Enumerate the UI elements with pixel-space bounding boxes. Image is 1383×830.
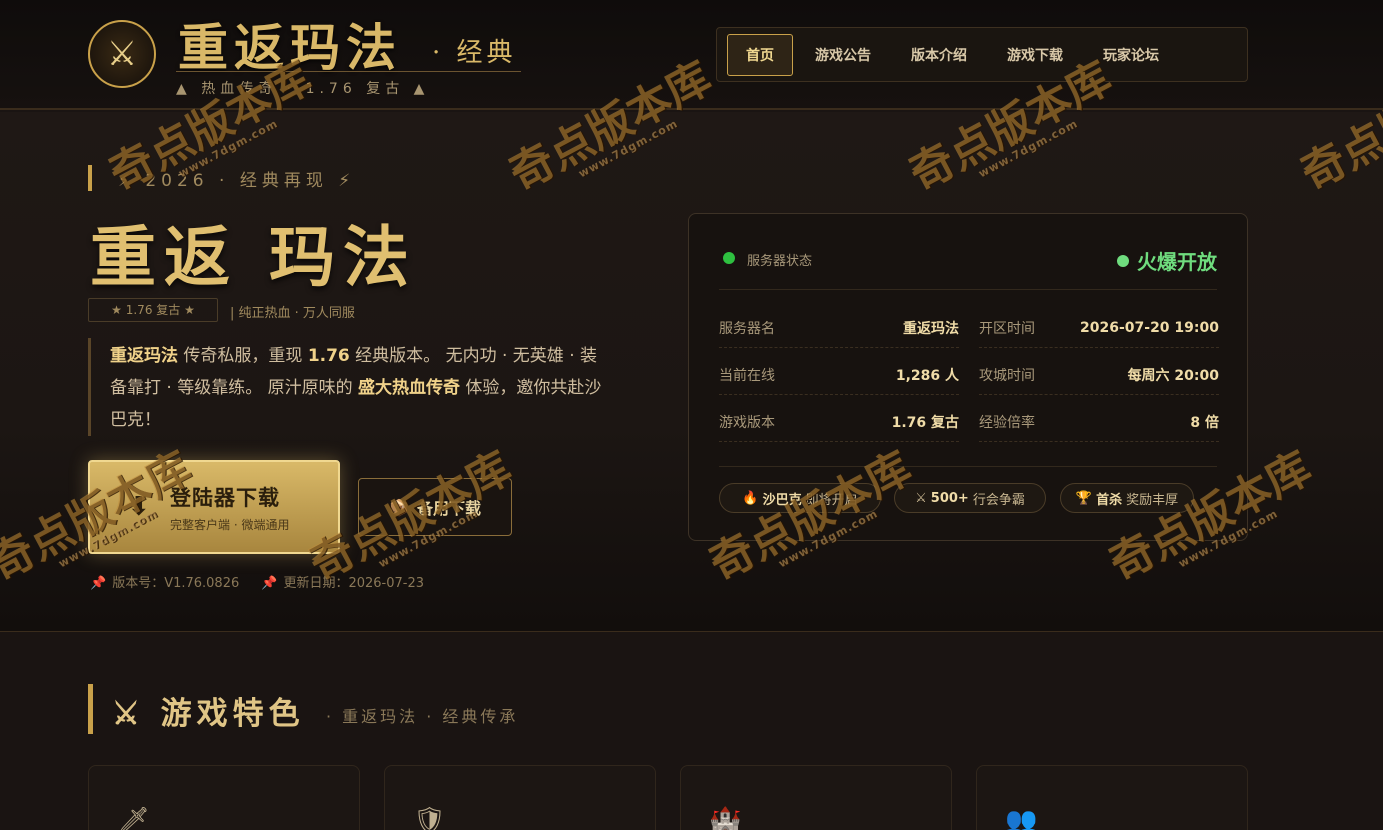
hero-eyebrow: ⚡ 2026 · 经典再现 ⚡ bbox=[118, 171, 356, 191]
card-divider bbox=[719, 289, 1217, 290]
launcher-download-button[interactable]: ⬇ 登陆器下载 完整客户端 · 微端通用 bbox=[88, 460, 340, 554]
launcher-download-sublabel: 完整客户端 · 微端通用 bbox=[170, 517, 290, 532]
hero-description: 重返玛法 传奇私服，重现 1.76 经典版本。 无内功 · 无英雄 · 装备靠打… bbox=[110, 346, 602, 430]
info-cell: 当前在线 1,286 人 bbox=[719, 355, 959, 395]
update-date: 更新日期：2026-07-23 bbox=[283, 576, 424, 591]
brand-subtitle: · 经典 bbox=[432, 38, 517, 68]
online-dot-icon bbox=[723, 252, 735, 264]
site-header: ⚔ 重返玛法 · 经典 ▲ 热血传奇 · 1.76 复古 ▲ 首页 游戏公告 版… bbox=[0, 0, 1383, 110]
release-meta: 📌 版本号：V1.76.0826 📌 更新日期：2026-07-23 bbox=[90, 572, 424, 591]
nav-item-announcements[interactable]: 游戏公告 bbox=[797, 35, 889, 75]
package-icon: 📦 bbox=[389, 497, 409, 517]
version-number: 版本号：V1.76.0826 bbox=[112, 576, 240, 591]
nav-item-version[interactable]: 版本介绍 bbox=[893, 35, 985, 75]
feature-card[interactable]: 🛡 bbox=[384, 765, 656, 830]
brand-tagline: ▲ 热血传奇 · 1.76 复古 ▲ bbox=[176, 81, 430, 97]
swords-icon: ⚔ bbox=[915, 490, 927, 506]
server-status-label: 服务器状态 bbox=[747, 254, 813, 269]
info-cell: 攻城时间 每周六 20:00 bbox=[979, 355, 1219, 395]
nav-item-forum[interactable]: 玩家论坛 bbox=[1085, 35, 1177, 75]
pill-shabake[interactable]: 🔥 沙巴克 即将开启 bbox=[719, 483, 881, 513]
server-state-badge: 火爆开放 bbox=[1117, 246, 1217, 275]
pin-icon: 📌 bbox=[90, 576, 107, 591]
pill-first-kill[interactable]: 🏆 首杀 奖励丰厚 bbox=[1060, 483, 1194, 513]
info-cell: 服务器名 重返玛法 bbox=[719, 308, 959, 348]
features-title: ⚔ 游戏特色 bbox=[112, 696, 305, 732]
backup-download-button[interactable]: 📦 备用下载 bbox=[358, 478, 512, 536]
features-subtitle: · 重返玛法 · 经典传承 bbox=[326, 707, 519, 726]
launcher-download-label: 登陆器下载 bbox=[170, 485, 280, 510]
feature-card[interactable]: 🏰 bbox=[680, 765, 952, 830]
group-icon: 👥 bbox=[1005, 806, 1038, 830]
trophy-icon: 🏆 bbox=[1075, 490, 1093, 506]
desc-accent bbox=[88, 338, 91, 436]
shield-icon: 🛡 bbox=[413, 806, 447, 830]
main-nav: 首页 游戏公告 版本介绍 游戏下载 玩家论坛 bbox=[716, 27, 1248, 82]
server-status-card: 服务器状态 火爆开放 服务器名 重返玛法 开区时间 2026-07-20 19:00… bbox=[688, 213, 1248, 541]
dagger-icon: 🗡 bbox=[117, 806, 151, 830]
card-divider bbox=[719, 466, 1217, 467]
castle-icon: 🏰 bbox=[709, 806, 742, 830]
version-badge: ★ 1.76 复古 ★ bbox=[88, 298, 218, 322]
eyebrow-accent bbox=[88, 165, 92, 191]
brand-divider bbox=[176, 71, 521, 72]
backup-download-label: 备用下载 bbox=[416, 499, 481, 518]
feature-card[interactable]: 🗡 bbox=[88, 765, 360, 830]
crossed-swords-icon[interactable]: ⚔ bbox=[88, 20, 156, 88]
slogan-text: | 纯正热血 · 万人同服 bbox=[230, 306, 355, 321]
feature-card[interactable]: 👥 bbox=[976, 765, 1248, 830]
nav-item-download[interactable]: 游戏下载 bbox=[989, 35, 1081, 75]
pill-guild-war[interactable]: ⚔ 500+ 行会争霸 bbox=[894, 483, 1046, 513]
features-accent bbox=[88, 684, 93, 734]
hero-title: 重返 玛法 bbox=[90, 218, 417, 296]
download-arrow-icon: ⬇ bbox=[128, 492, 150, 522]
nav-item-home[interactable]: 首页 bbox=[727, 33, 793, 76]
info-cell: 开区时间 2026-07-20 19:00 bbox=[979, 308, 1219, 348]
info-cell: 经验倍率 8 倍 bbox=[979, 402, 1219, 442]
info-cell: 游戏版本 1.76 复古 bbox=[719, 402, 959, 442]
state-dot-icon bbox=[1117, 254, 1129, 267]
brand-title: 重返玛法 bbox=[178, 18, 402, 77]
pin-icon: 📌 bbox=[261, 576, 278, 591]
fire-icon: 🔥 bbox=[742, 490, 759, 506]
